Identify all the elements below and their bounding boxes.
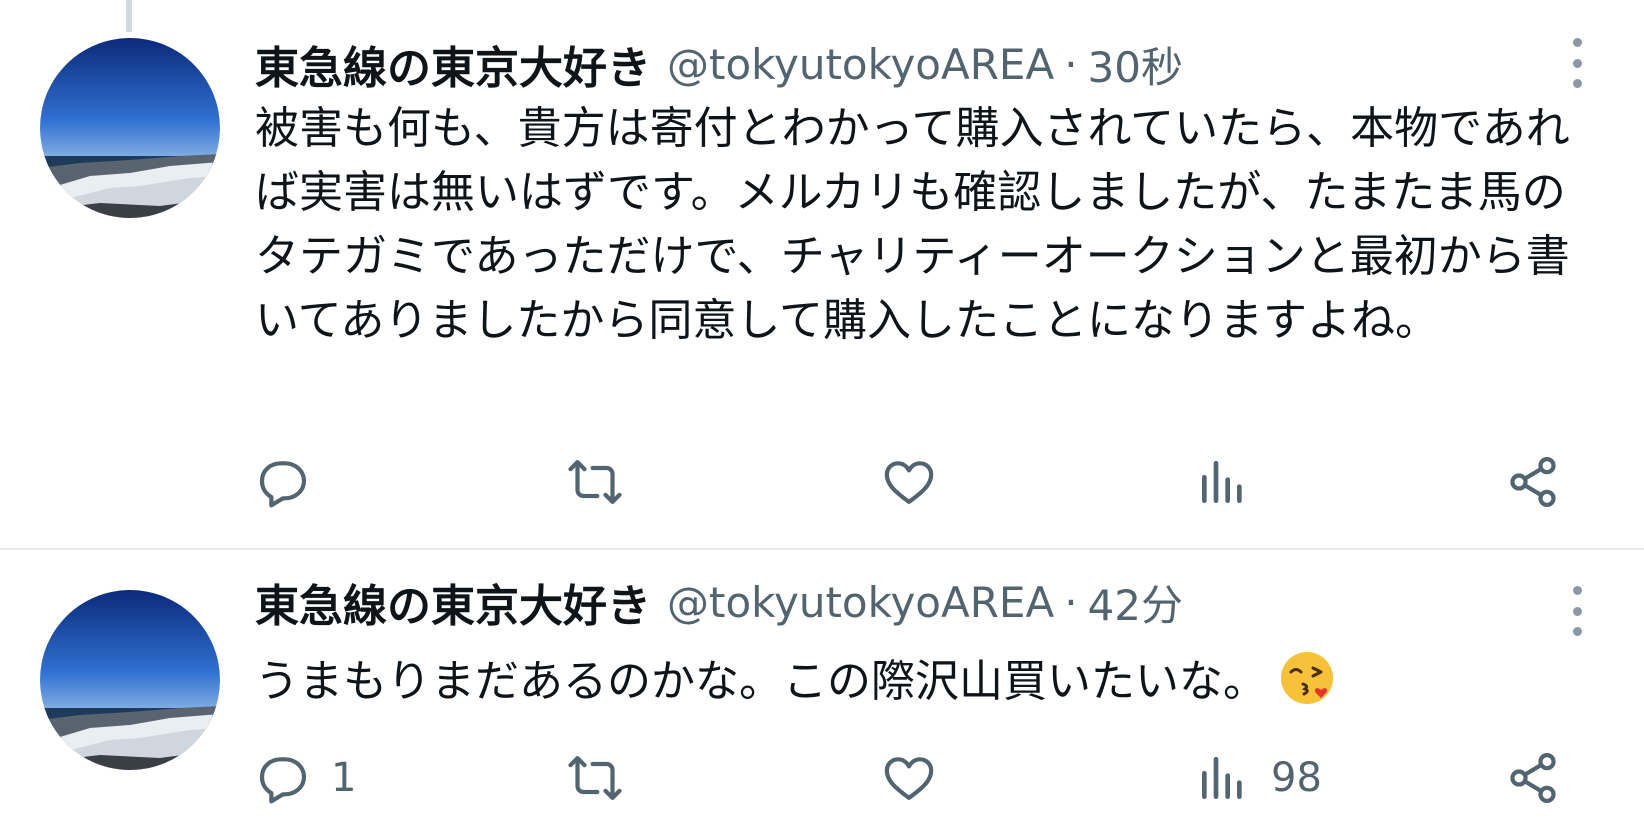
separator: · bbox=[1064, 39, 1078, 89]
like-icon bbox=[884, 461, 934, 504]
tweet[interactable]: 東急線の東京大好き @tokyutokyoAREA · 30秒 被害も何も、貴方… bbox=[0, 0, 1644, 548]
views-icon bbox=[1202, 461, 1242, 503]
views-icon bbox=[1202, 757, 1242, 799]
timestamp[interactable]: 30秒 bbox=[1088, 34, 1183, 95]
views-button[interactable]: 98 bbox=[1195, 748, 1322, 808]
reply-button[interactable]: 1 bbox=[255, 748, 356, 808]
author-handle[interactable]: @tokyutokyoAREA bbox=[667, 40, 1054, 89]
tweet-text: 被害も何も、貴方は寄付とわかって購入されていたら、本物であれば実害は無いはずです… bbox=[255, 103, 1570, 346]
tweet-actions: 1 98 bbox=[255, 748, 1556, 808]
tweet-header: 東急線の東京大好き @tokyutokyoAREA · 42分 bbox=[255, 570, 1183, 634]
separator: · bbox=[1064, 577, 1078, 627]
more-icon[interactable] bbox=[1562, 38, 1592, 88]
repost-button[interactable] bbox=[565, 748, 645, 808]
author-name[interactable]: 東急線の東京大好き bbox=[255, 570, 651, 634]
tweet-text: うまもりまだあるのかな。この際沢山買いたいな。 bbox=[255, 650, 1600, 714]
share-button[interactable] bbox=[1505, 748, 1561, 808]
reply-icon bbox=[259, 757, 307, 804]
tweet-actions bbox=[255, 452, 1556, 512]
tweet-text-content: うまもりまだあるのかな。この際沢山買いたいな。 bbox=[255, 656, 1267, 707]
like-button[interactable] bbox=[881, 452, 957, 512]
timestamp[interactable]: 42分 bbox=[1088, 572, 1183, 633]
author-name[interactable]: 東急線の東京大好き bbox=[255, 32, 651, 96]
reply-icon bbox=[259, 461, 307, 508]
like-icon bbox=[884, 757, 934, 800]
share-button[interactable] bbox=[1505, 452, 1561, 512]
reply-button[interactable] bbox=[255, 452, 331, 512]
tweet[interactable]: 東急線の東京大好き @tokyutokyoAREA · 42分 うまもりまだある… bbox=[0, 550, 1644, 819]
more-icon[interactable] bbox=[1562, 586, 1592, 636]
author-handle[interactable]: @tokyutokyoAREA bbox=[667, 578, 1054, 627]
face-blowing-a-kiss-icon bbox=[1281, 652, 1333, 704]
share-icon bbox=[1510, 457, 1556, 507]
like-button[interactable] bbox=[881, 748, 957, 808]
repost-button[interactable] bbox=[565, 452, 645, 512]
repost-icon bbox=[568, 756, 622, 800]
tweet-header: 東急線の東京大好き @tokyutokyoAREA · 30秒 bbox=[255, 32, 1183, 96]
share-icon bbox=[1510, 753, 1556, 803]
avatar[interactable] bbox=[40, 590, 220, 770]
repost-icon bbox=[568, 460, 622, 504]
avatar[interactable] bbox=[40, 38, 220, 218]
views-button[interactable] bbox=[1195, 452, 1271, 512]
views-count: 98 bbox=[1271, 755, 1322, 801]
reply-count: 1 bbox=[331, 755, 357, 801]
